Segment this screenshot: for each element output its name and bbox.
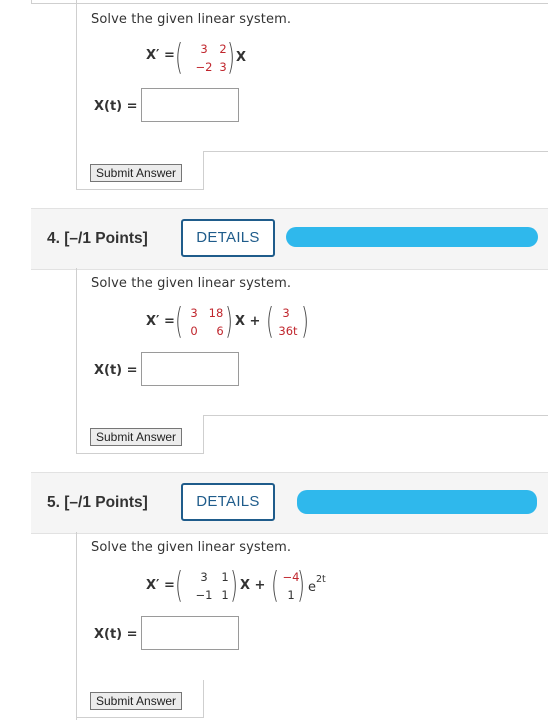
problem-prompt: Solve the given linear system.: [91, 540, 292, 555]
frame-border: [203, 151, 204, 190]
left-paren: (: [175, 37, 183, 78]
right-paren: ): [301, 301, 309, 342]
left-paren: (: [266, 301, 274, 342]
exponential-power: 2t: [316, 574, 326, 585]
right-paren: ): [227, 37, 235, 78]
submit-answer-button[interactable]: Submit Answer: [90, 692, 183, 710]
left-paren: (: [175, 565, 183, 606]
frame-border: [76, 0, 77, 190]
equation-lhs: X′ =: [146, 314, 175, 329]
matrix-cell: 3: [190, 306, 198, 320]
redaction-mark: [297, 490, 537, 514]
points-label: 5. [–/1 Points]: [47, 494, 148, 511]
frame-border: [76, 453, 204, 454]
frame-border: [203, 680, 204, 718]
matrix-cell: −1: [195, 588, 213, 602]
left-paren: (: [271, 565, 279, 606]
redaction-mark: [286, 227, 538, 247]
matrix-cell: −2: [195, 60, 213, 74]
answer-label: X(t) =: [94, 627, 138, 642]
matrix-cell: 3: [200, 42, 208, 56]
matrix-cell: 3: [200, 570, 208, 584]
left-paren: (: [175, 301, 183, 342]
matrix-cell: 18: [208, 306, 224, 320]
vector-cell: 3: [282, 306, 290, 320]
right-paren: ): [297, 565, 305, 606]
answer-label: X(t) =: [94, 99, 138, 114]
details-button[interactable]: DETAILS: [181, 483, 275, 521]
frame-border: [203, 415, 204, 454]
problem-prompt: Solve the given linear system.: [91, 276, 292, 291]
frame-border: [31, 3, 548, 4]
frame-border: [203, 415, 548, 416]
submit-answer-button[interactable]: Submit Answer: [90, 428, 183, 446]
details-button[interactable]: DETAILS: [181, 219, 275, 257]
right-paren: ): [225, 301, 233, 342]
points-label: 4. [–/1 Points]: [47, 230, 148, 247]
equation-variable: X: [236, 50, 247, 65]
equation-variable: X +: [240, 578, 266, 593]
frame-border: [76, 532, 77, 720]
frame-border: [76, 189, 204, 190]
right-paren: ): [230, 565, 238, 606]
submit-answer-button[interactable]: Submit Answer: [90, 164, 183, 182]
answer-input[interactable]: [141, 616, 239, 650]
answer-label: X(t) =: [94, 363, 138, 378]
frame-border: [76, 717, 204, 718]
equation-variable: X +: [235, 314, 261, 329]
answer-input[interactable]: [141, 88, 239, 122]
equation-lhs: X′ =: [146, 578, 175, 593]
answer-input[interactable]: [141, 352, 239, 386]
matrix-cell: 0: [190, 324, 198, 338]
vector-cell: 36t: [278, 324, 298, 338]
frame-border: [76, 268, 77, 454]
exponential-base: e: [308, 580, 316, 595]
problem-prompt: Solve the given linear system.: [91, 12, 292, 27]
equation-lhs: X′ =: [146, 48, 175, 63]
frame-border: [203, 151, 548, 152]
